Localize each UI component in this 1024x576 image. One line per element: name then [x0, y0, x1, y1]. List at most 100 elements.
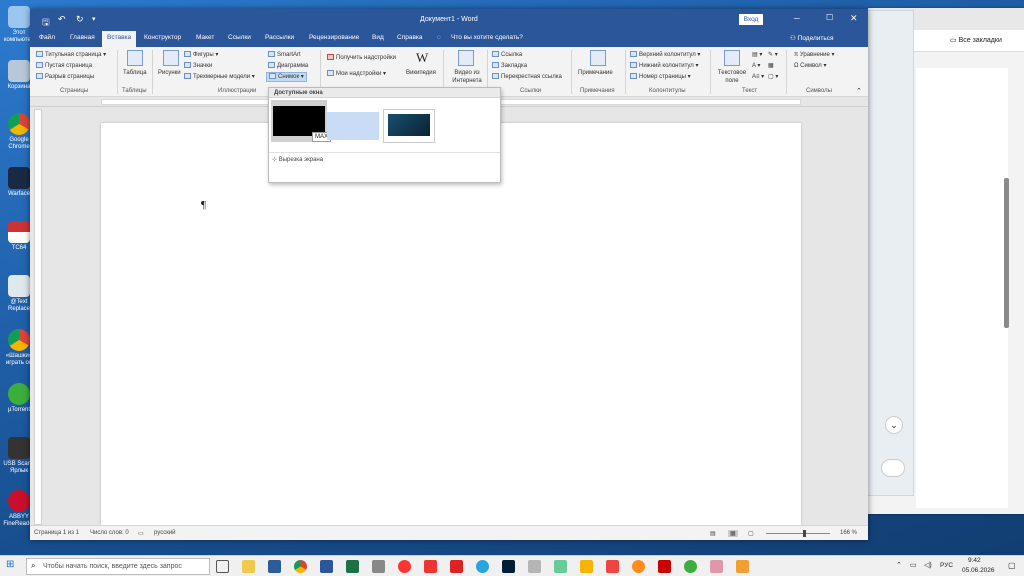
- word-count[interactable]: Число слов: 0: [90, 530, 129, 536]
- cover-page-button[interactable]: Титульная страница ▾: [36, 51, 106, 59]
- web-layout-icon[interactable]: ▢: [748, 530, 754, 537]
- yandex-browser-icon[interactable]: [424, 560, 437, 573]
- snipping-tool-icon[interactable]: [736, 560, 749, 573]
- screenshot-button[interactable]: Снимок ▾: [266, 72, 307, 82]
- clock-date[interactable]: 05.06.2026: [962, 567, 995, 574]
- quick-parts-icon[interactable]: ▤ ▾: [752, 51, 762, 59]
- footer-button[interactable]: Нижний колонтитул ▾: [630, 62, 698, 70]
- scrollbar-thumb[interactable]: [1004, 178, 1009, 328]
- online-video-button[interactable]: Видео из Интернета: [450, 69, 484, 85]
- document-page[interactable]: ¶: [101, 123, 801, 525]
- print-layout-icon[interactable]: ▦: [728, 530, 738, 537]
- page-number-button[interactable]: Номер страницы ▾: [630, 73, 691, 81]
- tab-mailings[interactable]: Рассылки: [265, 34, 294, 41]
- dropcap-icon[interactable]: A≡ ▾: [752, 73, 764, 81]
- tab-home[interactable]: Главная: [70, 34, 95, 41]
- word-taskbar-icon[interactable]: [320, 560, 333, 573]
- bookmarks-bar[interactable]: ▭ Все закладки: [950, 36, 1002, 44]
- input-language[interactable]: РУС: [940, 562, 953, 569]
- file-explorer-icon[interactable]: [242, 560, 255, 573]
- app-green-icon[interactable]: [554, 560, 567, 573]
- icons-button[interactable]: Значки: [184, 62, 212, 70]
- tell-me-search[interactable]: Что вы хотите сделать?: [451, 34, 523, 41]
- screen-clipping-button[interactable]: ⊹ Вырезка экрана: [272, 156, 323, 163]
- window-thumbnail-2[interactable]: [327, 112, 379, 140]
- tab-design[interactable]: Конструктор: [144, 34, 181, 41]
- tab-review[interactable]: Рецензирование: [309, 34, 359, 41]
- tray-chevron-icon[interactable]: ⌃: [896, 561, 902, 569]
- minimize-icon[interactable]: ─: [794, 14, 800, 23]
- redo-icon[interactable]: ↻: [76, 14, 84, 25]
- chart-button[interactable]: Диаграмма: [268, 62, 308, 70]
- wikipedia-button[interactable]: Википедия: [406, 69, 436, 77]
- undo-icon[interactable]: ↶: [58, 14, 66, 25]
- share-button[interactable]: ⚇ Поделиться: [790, 34, 834, 42]
- comment-button[interactable]: Примечание: [578, 69, 613, 77]
- app-gray-icon[interactable]: [528, 560, 541, 573]
- tab-help[interactable]: Справка: [397, 34, 423, 41]
- blank-page-button[interactable]: Пустая страница: [36, 62, 92, 70]
- app-pink-icon[interactable]: [710, 560, 723, 573]
- textbox-button[interactable]: Текстовое поле: [714, 69, 750, 85]
- network-icon[interactable]: ▭: [910, 561, 917, 569]
- save-icon[interactable]: 🖫: [42, 15, 50, 31]
- shapes-button[interactable]: Фигуры ▾: [184, 51, 218, 59]
- my-addins-button[interactable]: Мои надстройки ▾: [327, 70, 386, 78]
- zoom-slider[interactable]: [766, 533, 830, 534]
- app-red-icon[interactable]: [450, 560, 463, 573]
- folder-taskbar-icon[interactable]: [580, 560, 593, 573]
- cross-reference-button[interactable]: Перекрестная ссылка: [492, 73, 562, 81]
- date-time-icon[interactable]: ▦: [768, 62, 774, 70]
- collapse-ribbon-icon[interactable]: ⌃: [856, 87, 862, 95]
- app-red2-icon[interactable]: [606, 560, 619, 573]
- app-taskbar-icon[interactable]: [372, 560, 385, 573]
- photoshop-icon[interactable]: [502, 560, 515, 573]
- zoom-level[interactable]: 166 %: [840, 530, 857, 536]
- window-thumbnail-3[interactable]: [383, 109, 435, 143]
- save-app-icon[interactable]: [268, 560, 281, 573]
- microphone-icon[interactable]: [881, 459, 905, 477]
- clock-time[interactable]: 9:42: [968, 557, 981, 564]
- background-chat-window[interactable]: ⌄: [866, 10, 914, 496]
- signature-line-icon[interactable]: ✎ ▾: [768, 51, 778, 59]
- page-count[interactable]: Страница 1 из 1: [34, 530, 79, 536]
- language[interactable]: русский: [154, 530, 176, 536]
- focus-mode-icon[interactable]: ▤: [710, 530, 716, 537]
- taskbar-search[interactable]: ⌕ Чтобы начать поиск, введите здесь запр…: [26, 558, 210, 575]
- customize-qat-icon[interactable]: ▾: [92, 15, 96, 23]
- maximize-icon[interactable]: ☐: [826, 13, 833, 22]
- pictures-button[interactable]: Рисунки: [158, 69, 181, 77]
- notifications-icon[interactable]: ▢: [1008, 561, 1016, 570]
- symbol-button[interactable]: Ω Символ ▾: [794, 62, 826, 70]
- chrome-taskbar-icon[interactable]: [294, 560, 307, 573]
- tab-view[interactable]: Вид: [372, 34, 384, 41]
- zoom-slider-thumb[interactable]: [803, 530, 806, 537]
- signin-button[interactable]: Вход: [739, 14, 763, 25]
- tab-insert[interactable]: Вставка: [102, 31, 137, 47]
- proofing-icon[interactable]: ▭: [138, 530, 144, 537]
- table-button[interactable]: Таблица: [123, 69, 147, 77]
- bookmark-button[interactable]: Закладка: [492, 62, 527, 70]
- chevron-down-icon[interactable]: ⌄: [885, 416, 903, 434]
- firefox-icon[interactable]: [632, 560, 645, 573]
- tab-file[interactable]: Файл: [39, 34, 55, 41]
- header-button[interactable]: Верхний колонтитул ▾: [630, 51, 700, 59]
- tab-references[interactable]: Ссылки: [228, 34, 251, 41]
- equation-button[interactable]: π Уравнение ▾: [794, 51, 835, 59]
- 3d-models-button[interactable]: Трехмерные модели ▾: [184, 73, 255, 81]
- telegram-icon[interactable]: [476, 560, 489, 573]
- excel-taskbar-icon[interactable]: [346, 560, 359, 573]
- page-break-button[interactable]: Разрыв страницы: [36, 73, 94, 81]
- volume-icon[interactable]: ◁): [924, 561, 932, 569]
- task-view-icon[interactable]: [216, 560, 229, 573]
- close-icon[interactable]: ✕: [850, 13, 858, 24]
- get-addins-button[interactable]: Получить надстройки: [327, 54, 396, 62]
- wordart-icon[interactable]: A ▾: [752, 62, 760, 70]
- link-button[interactable]: Ссылка: [492, 51, 522, 59]
- object-icon[interactable]: ▢ ▾: [768, 73, 778, 81]
- utorrent-taskbar-icon[interactable]: [684, 560, 697, 573]
- app-darkred-icon[interactable]: [658, 560, 671, 573]
- windows-start-icon[interactable]: ⊞: [6, 559, 14, 570]
- yandex-icon[interactable]: [398, 560, 411, 573]
- smartart-button[interactable]: SmartArt: [268, 51, 301, 59]
